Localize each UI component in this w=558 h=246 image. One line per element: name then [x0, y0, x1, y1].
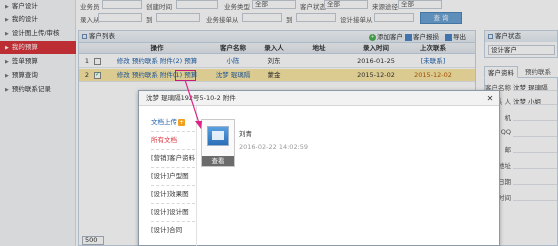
divider [151, 203, 195, 204]
document-category-list: 文档上传 + 所有文档 [营销]客户资料 [设计]户型图 [设计]效果图 [设计]… [139, 106, 197, 246]
file-card[interactable]: 查看 [201, 119, 235, 167]
divider [151, 149, 195, 150]
category-all-documents[interactable]: 所有文档 [151, 134, 195, 146]
category-rendering[interactable]: [设计]效果图 [151, 188, 195, 200]
divider [151, 131, 195, 132]
divider [151, 167, 195, 168]
category-floor-plan[interactable]: [设计]户型图 [151, 170, 195, 182]
divider [151, 221, 195, 222]
dialog-title-bar: 沈梦 琨璃隔192号5-10-2 附件 ✕ [139, 91, 499, 106]
plus-icon: + [178, 118, 185, 126]
category-design-drawing[interactable]: [设计]设计图 [151, 206, 195, 218]
file-name: 刘青 [239, 130, 252, 138]
upload-label: 文档上传 [151, 118, 177, 126]
close-icon[interactable]: ✕ [485, 91, 495, 106]
dialog-title: 沈梦 琨璃隔192号5-10-2 附件 [146, 94, 236, 102]
category-contract[interactable]: [设计]合同 [151, 224, 195, 236]
upload-document-button[interactable]: 文档上传 + [151, 116, 195, 128]
divider [151, 185, 195, 186]
category-customer-info[interactable]: [营销]客户资料 [151, 152, 195, 164]
attachment-dialog: 沈梦 琨璃隔192号5-10-2 附件 ✕ 文档上传 + 所有文档 [营销]客户资… [138, 90, 500, 246]
image-file-icon [207, 126, 229, 146]
file-date: 2016-02-22 14:02:59 [239, 143, 309, 151]
view-file-button[interactable]: 查看 [202, 156, 234, 166]
